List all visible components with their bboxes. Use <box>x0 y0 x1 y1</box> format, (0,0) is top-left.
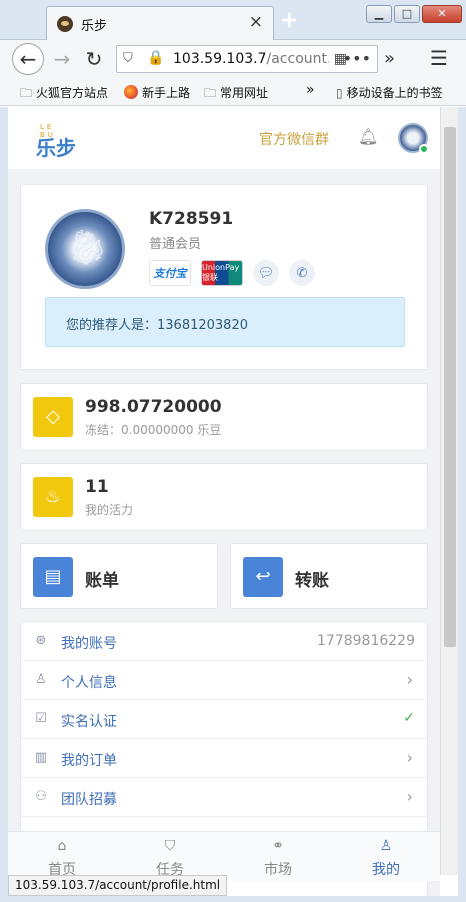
page-viewport: LE BU 乐步 官方微信群 🔔︎ 🐉︎ K728591 普通会员 支付宝 Un… <box>8 107 440 902</box>
close-window-button[interactable]: ✕ <box>422 5 462 23</box>
account-id-icon: ⊛ <box>35 633 47 648</box>
window-border-bottom <box>0 896 466 902</box>
menu-item-label: 团队招募 <box>61 792 117 808</box>
user-avatar: 🐉︎ <box>45 209 125 289</box>
menu-item-label: 个人信息 <box>61 675 117 691</box>
logo-text: 乐步 <box>36 136 76 160</box>
site-favicon-icon <box>57 16 73 32</box>
chevron-right-icon: › <box>406 670 413 689</box>
forward-arrow-icon[interactable]: → <box>46 43 78 75</box>
folder-icon: 🗀 <box>20 86 33 100</box>
vertical-scrollbar[interactable] <box>440 107 458 875</box>
menu-item-personal-info[interactable]: ♙ 个人信息 › <box>21 661 427 700</box>
shield-icon[interactable]: ⛉ <box>123 51 133 66</box>
bar-chart-icon: ▥ <box>34 750 48 765</box>
tab-label: 市场 <box>264 862 292 878</box>
menu-item-label: 我的账号 <box>61 636 117 652</box>
bookmark-getting-started[interactable]: 新手上路 <box>124 84 190 101</box>
vitality-amount: 11 <box>85 477 109 497</box>
insecure-lock-icon[interactable]: 🔒 <box>147 50 164 66</box>
checkbox-icon: ☑ <box>35 711 47 726</box>
referrer-text: 您的推荐人是：13681203820 <box>66 318 248 333</box>
reply-arrow-icon: ↩ <box>243 557 283 597</box>
bottom-tabbar: ⌂ 首页 ⛉ 任务 ⚭ 市场 ♙ 我的 <box>8 831 440 881</box>
browser-titlebar: 乐步 × + ▁ □ ✕ <box>0 0 466 40</box>
profile-card: 🐉︎ K728591 普通会员 支付宝 UnionPay 银联 💬︎ ✆ 您的推… <box>20 184 428 370</box>
tab-mine[interactable]: ♙ 我的 <box>332 832 440 882</box>
username: K728591 <box>149 209 234 229</box>
wechat-group-link[interactable]: 官方微信群 <box>259 129 329 149</box>
menu-item-label: 我的订单 <box>61 753 117 769</box>
unionpay-badge[interactable]: UnionPay 银联 <box>201 260 243 286</box>
scrollbar-thumb[interactable] <box>444 127 456 647</box>
chevron-right-icon: › <box>406 748 413 767</box>
balance-amount: 998.07720000 <box>85 397 222 417</box>
chevron-right-icon: › <box>406 787 413 806</box>
bookmark-icon: ⛉ <box>164 838 176 854</box>
tab-label: 我的 <box>372 862 400 878</box>
transfer-label: 转账 <box>295 571 329 591</box>
phone-icon[interactable]: ✆ <box>289 260 315 286</box>
reload-icon[interactable]: ↻ <box>78 43 110 75</box>
payment-methods: 支付宝 UnionPay 银联 💬︎ ✆ <box>149 260 315 286</box>
header-avatar[interactable] <box>398 123 429 154</box>
app-header: LE BU 乐步 官方微信群 🔔︎ <box>8 107 440 169</box>
user-icon: ♙ <box>35 672 47 687</box>
bill-label: 账单 <box>85 571 119 591</box>
bill-button[interactable]: ▤ 账单 <box>20 543 218 609</box>
browser-navbar: ← → ↻ ⛉ 🔒 103.59.103.7/account.h ▦ ••• »… <box>0 40 466 78</box>
book-icon: ▤ <box>33 557 73 597</box>
menu-item-label: 实名认证 <box>61 714 117 730</box>
window-border-right <box>458 107 466 902</box>
minimize-button[interactable]: ▁ <box>366 5 392 23</box>
status-bar-url: 103.59.103.7/account/profile.html <box>8 875 228 896</box>
vitality-label: 我的活力 <box>85 503 134 517</box>
account-phone: 17789816229 <box>317 633 415 649</box>
verified-check-icon: ✓ <box>403 710 415 726</box>
bookmarks-overflow-icon[interactable]: » <box>306 82 315 98</box>
transfer-button[interactable]: ↩ 转账 <box>230 543 428 609</box>
bell-icon[interactable]: 🔔︎ <box>358 127 378 146</box>
vitality-card[interactable]: ♨ 11 我的活力 <box>20 463 428 531</box>
dragon-emblem-icon: 🐉︎ <box>66 228 110 268</box>
mobile-device-icon: ▯ <box>336 86 343 100</box>
window-border-left <box>0 107 8 902</box>
online-status-dot <box>419 144 429 154</box>
bookmark-firefox-official[interactable]: 🗀 火狐官方站点 <box>20 84 108 105</box>
wechat-icon[interactable]: 💬︎ <box>253 260 279 286</box>
home-icon: ⌂ <box>57 838 67 854</box>
tab-market[interactable]: ⚭ 市场 <box>224 832 332 882</box>
browser-tab[interactable]: 乐步 × <box>46 6 274 40</box>
hamburger-menu-icon[interactable]: ☰ <box>430 46 448 70</box>
add-user-icon: ⚇ <box>35 789 47 804</box>
diamond-icon: ◇ <box>33 397 73 437</box>
bookmark-common-sites[interactable]: 🗀 常用网址 <box>204 84 268 105</box>
bookmarks-toolbar: 🗀 火狐官方站点 新手上路 🗀 常用网址 » ▯ 移动设备上的书签 <box>0 78 466 106</box>
toolbar-overflow-icon[interactable]: » <box>384 48 395 69</box>
flame-icon: ♨ <box>33 477 73 517</box>
tab-close-icon[interactable]: × <box>249 12 263 32</box>
balance-card[interactable]: ◇ 998.07720000 冻结：0.00000000 乐豆 <box>20 383 428 451</box>
menu-item-team-recruit[interactable]: ⚇ 团队招募 › <box>21 778 427 817</box>
handshake-icon: ⚭ <box>272 838 284 854</box>
maximize-button[interactable]: □ <box>394 5 420 23</box>
page-actions-icon[interactable]: ••• <box>343 49 371 68</box>
menu-item-real-name-auth[interactable]: ☑ 实名认证 ✓ <box>21 700 427 739</box>
frozen-balance: 冻结：0.00000000 乐豆 <box>85 423 222 437</box>
folder-icon: 🗀 <box>204 86 217 100</box>
address-bar[interactable]: ⛉ 🔒 103.59.103.7/account.h ▦ ••• <box>116 45 378 73</box>
url-text[interactable]: 103.59.103.7/account.h <box>173 51 329 67</box>
member-level: 普通会员 <box>149 237 202 252</box>
window-controls: ▁ □ ✕ <box>366 5 462 23</box>
firefox-icon <box>124 85 138 99</box>
user-icon: ♙ <box>379 838 393 854</box>
bookmark-mobile[interactable]: ▯ 移动设备上的书签 <box>336 84 443 101</box>
menu-item-my-orders[interactable]: ▥ 我的订单 › <box>21 739 427 778</box>
back-arrow-icon[interactable]: ← <box>12 43 44 75</box>
referrer-notice: 您的推荐人是：13681203820 <box>45 297 405 347</box>
alipay-badge[interactable]: 支付宝 <box>149 260 191 286</box>
new-tab-icon[interactable]: + <box>280 8 298 33</box>
tab-title: 乐步 <box>81 19 108 34</box>
menu-item-my-account[interactable]: ⊛ 我的账号 17789816229 <box>21 622 427 661</box>
